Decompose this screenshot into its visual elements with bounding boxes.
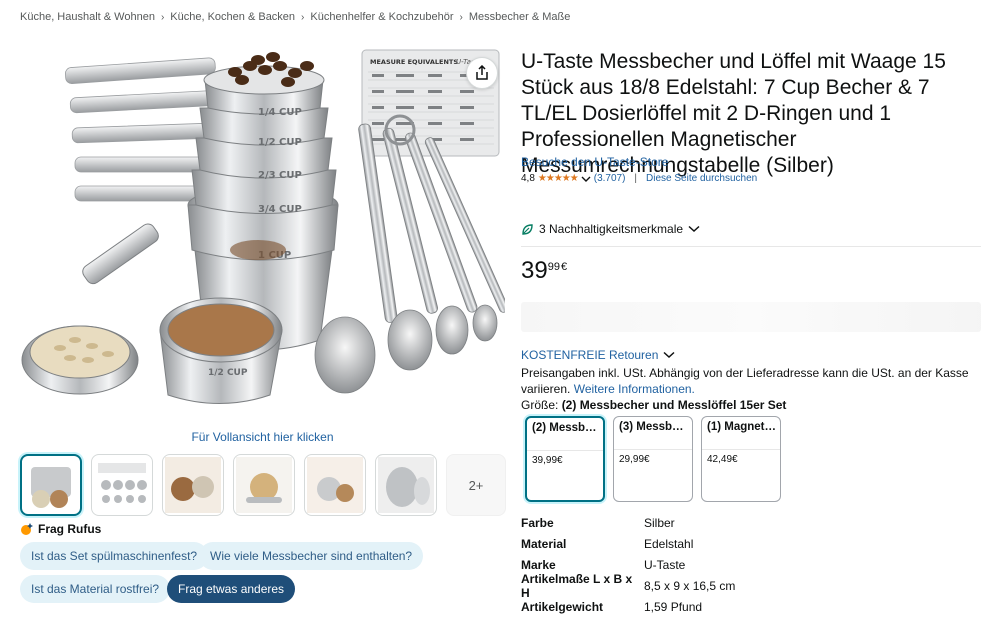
price-fraction: 99 <box>547 261 560 273</box>
spec-value: 8,5 x 9 x 16,5 cm <box>644 578 736 593</box>
chart-title: MEASURE EQUIVALENTS <box>370 58 458 66</box>
chevron-right-icon: › <box>459 11 463 23</box>
thumbnail[interactable] <box>162 454 224 516</box>
thumbnail[interactable] <box>304 454 366 516</box>
cup-label: 3/4 CUP <box>258 204 302 215</box>
spec-row: Material Edelstahl <box>521 533 735 554</box>
size-label-prefix: Größe: <box>521 398 559 412</box>
spec-key: Marke <box>521 557 556 572</box>
spec-key: Farbe <box>521 515 554 530</box>
size-option-price: 39,99€ <box>532 455 563 466</box>
leaf-icon <box>522 223 533 235</box>
price-whole: 39 <box>521 257 548 284</box>
size-option-name: (3) Messbecher und Messlöffel <box>619 421 689 433</box>
share-button[interactable] <box>466 57 498 89</box>
divider <box>521 246 981 247</box>
thumbnail[interactable] <box>20 454 82 516</box>
rufus-label: Frag Rufus <box>38 522 102 536</box>
spec-row: Artikelmaße L x B x H 8,5 x 9 x 16,5 cm <box>521 572 736 600</box>
svg-text:1/2 CUP: 1/2 CUP <box>208 368 248 378</box>
main-product-image[interactable]: 1/4 CUP 1/2 CUP 2/3 CUP 3/4 CUP 1 CUP ME… <box>20 40 505 420</box>
free-returns-link[interactable]: KOSTENFREIE Retouren <box>521 348 675 362</box>
rufus-question-chip[interactable]: Wie viele Messbecher sind enthalten? <box>199 542 424 570</box>
more-info-link[interactable]: Weitere Informationen. <box>574 382 695 396</box>
blurred-content <box>521 302 981 332</box>
chevron-right-icon: › <box>160 11 165 23</box>
share-icon <box>476 65 488 80</box>
thumbnail[interactable] <box>91 454 153 516</box>
price-currency: € <box>560 261 568 273</box>
spec-value: Silber <box>644 515 675 530</box>
thumbnail[interactable] <box>233 454 295 516</box>
rating-count-link[interactable]: (3.707) <box>594 173 626 184</box>
rating-value: 4,8 <box>521 173 535 184</box>
star-rating-icon[interactable]: ★★★★★ <box>538 173 579 184</box>
chevron-down-icon <box>688 225 700 233</box>
returns-label: KOSTENFREIE Retouren <box>521 348 659 362</box>
search-page-link[interactable]: Diese Seite durchsuchen <box>646 173 757 184</box>
spec-key: Artikelmaße L x B x H <box>521 571 633 600</box>
breadcrumb-item[interactable]: Messbecher & Maße <box>469 11 570 23</box>
size-option-price: 29,99€ <box>619 454 650 465</box>
product-specs: Farbe Silber Material Edelstahl Marke U-Tas… <box>521 512 735 617</box>
breadcrumb-item[interactable]: Küche, Haushalt & Wohnen <box>20 11 155 23</box>
breadcrumb-item[interactable]: Küchenhelfer & Kochzubehör <box>310 11 453 23</box>
size-option[interactable]: (3) Messbecher und Messlöffel 29,99€ <box>613 416 693 502</box>
thumbnail[interactable] <box>375 454 437 516</box>
spec-key: Artikelgewicht <box>521 599 604 614</box>
rufus-question-chip[interactable]: Ist das Material rostfrei? <box>20 575 171 603</box>
rufus-icon <box>21 523 33 535</box>
cup-label: 1/4 CUP <box>258 107 302 118</box>
cup-label: 2/3 CUP <box>258 170 302 181</box>
sustainability-label: 3 Nachhaltigkeitsmerkmale <box>539 222 684 236</box>
tax-info: Preisangaben inkl. USt. Abhängig von der… <box>521 365 981 397</box>
spec-row: Artikelgewicht 1,59 Pfund <box>521 596 735 617</box>
size-option-price: 42,49€ <box>707 454 738 465</box>
chevron-down-icon <box>663 351 675 359</box>
thumbnail-strip: 2+ <box>20 454 506 516</box>
store-link[interactable]: Besuche den U-Taste-Store <box>521 155 668 169</box>
ask-something-else-button[interactable]: Frag etwas anderes <box>167 575 296 603</box>
cup-label: 1/2 CUP <box>258 137 302 148</box>
rufus-question-chip[interactable]: Ist das Set spülmaschinenfest? <box>20 542 209 570</box>
more-images-button[interactable]: 2+ <box>446 454 506 516</box>
spec-value: 1,59 Pfund <box>644 599 703 614</box>
spec-value: U-Taste <box>644 557 686 572</box>
size-option[interactable]: (1) Magnetische Tabelle 42,49€ <box>701 416 781 502</box>
spec-row: Farbe Silber <box>521 512 735 533</box>
spec-value: Edelstahl <box>644 536 694 551</box>
spec-key: Material <box>521 536 567 551</box>
rufus-title: Frag Rufus <box>20 522 101 536</box>
rating-row: 4,8 ★★★★★ (3.707) | Diese Seite durchsuc… <box>521 173 757 184</box>
sustainability-features[interactable]: 3 Nachhaltigkeitsmerkmale <box>521 222 700 236</box>
size-options: (2) Messbecher und Messlöffel 15er Set 3… <box>525 416 781 502</box>
size-option-name: (1) Magnetische Tabelle <box>707 421 777 433</box>
chevron-right-icon: › <box>301 11 305 23</box>
breadcrumb: Küche, Haushalt & Wohnen › Küche, Kochen… <box>20 11 570 23</box>
price: 39 99 € <box>521 258 567 284</box>
size-selected-value: (2) Messbecher und Messlöffel 15er Set <box>561 398 787 412</box>
size-option[interactable]: (2) Messbecher und Messlöffel 15er Set 3… <box>525 416 605 502</box>
breadcrumb-item[interactable]: Küche, Kochen & Backen <box>170 11 295 23</box>
chevron-down-icon[interactable] <box>581 175 591 183</box>
size-label: Größe: (2) Messbecher und Messlöffel 15e… <box>521 398 786 412</box>
fullview-link[interactable]: Für Vollansicht hier klicken <box>20 430 505 444</box>
size-option-name: (2) Messbecher und Messlöffel 15er Set <box>532 422 602 434</box>
divider: | <box>634 173 638 184</box>
